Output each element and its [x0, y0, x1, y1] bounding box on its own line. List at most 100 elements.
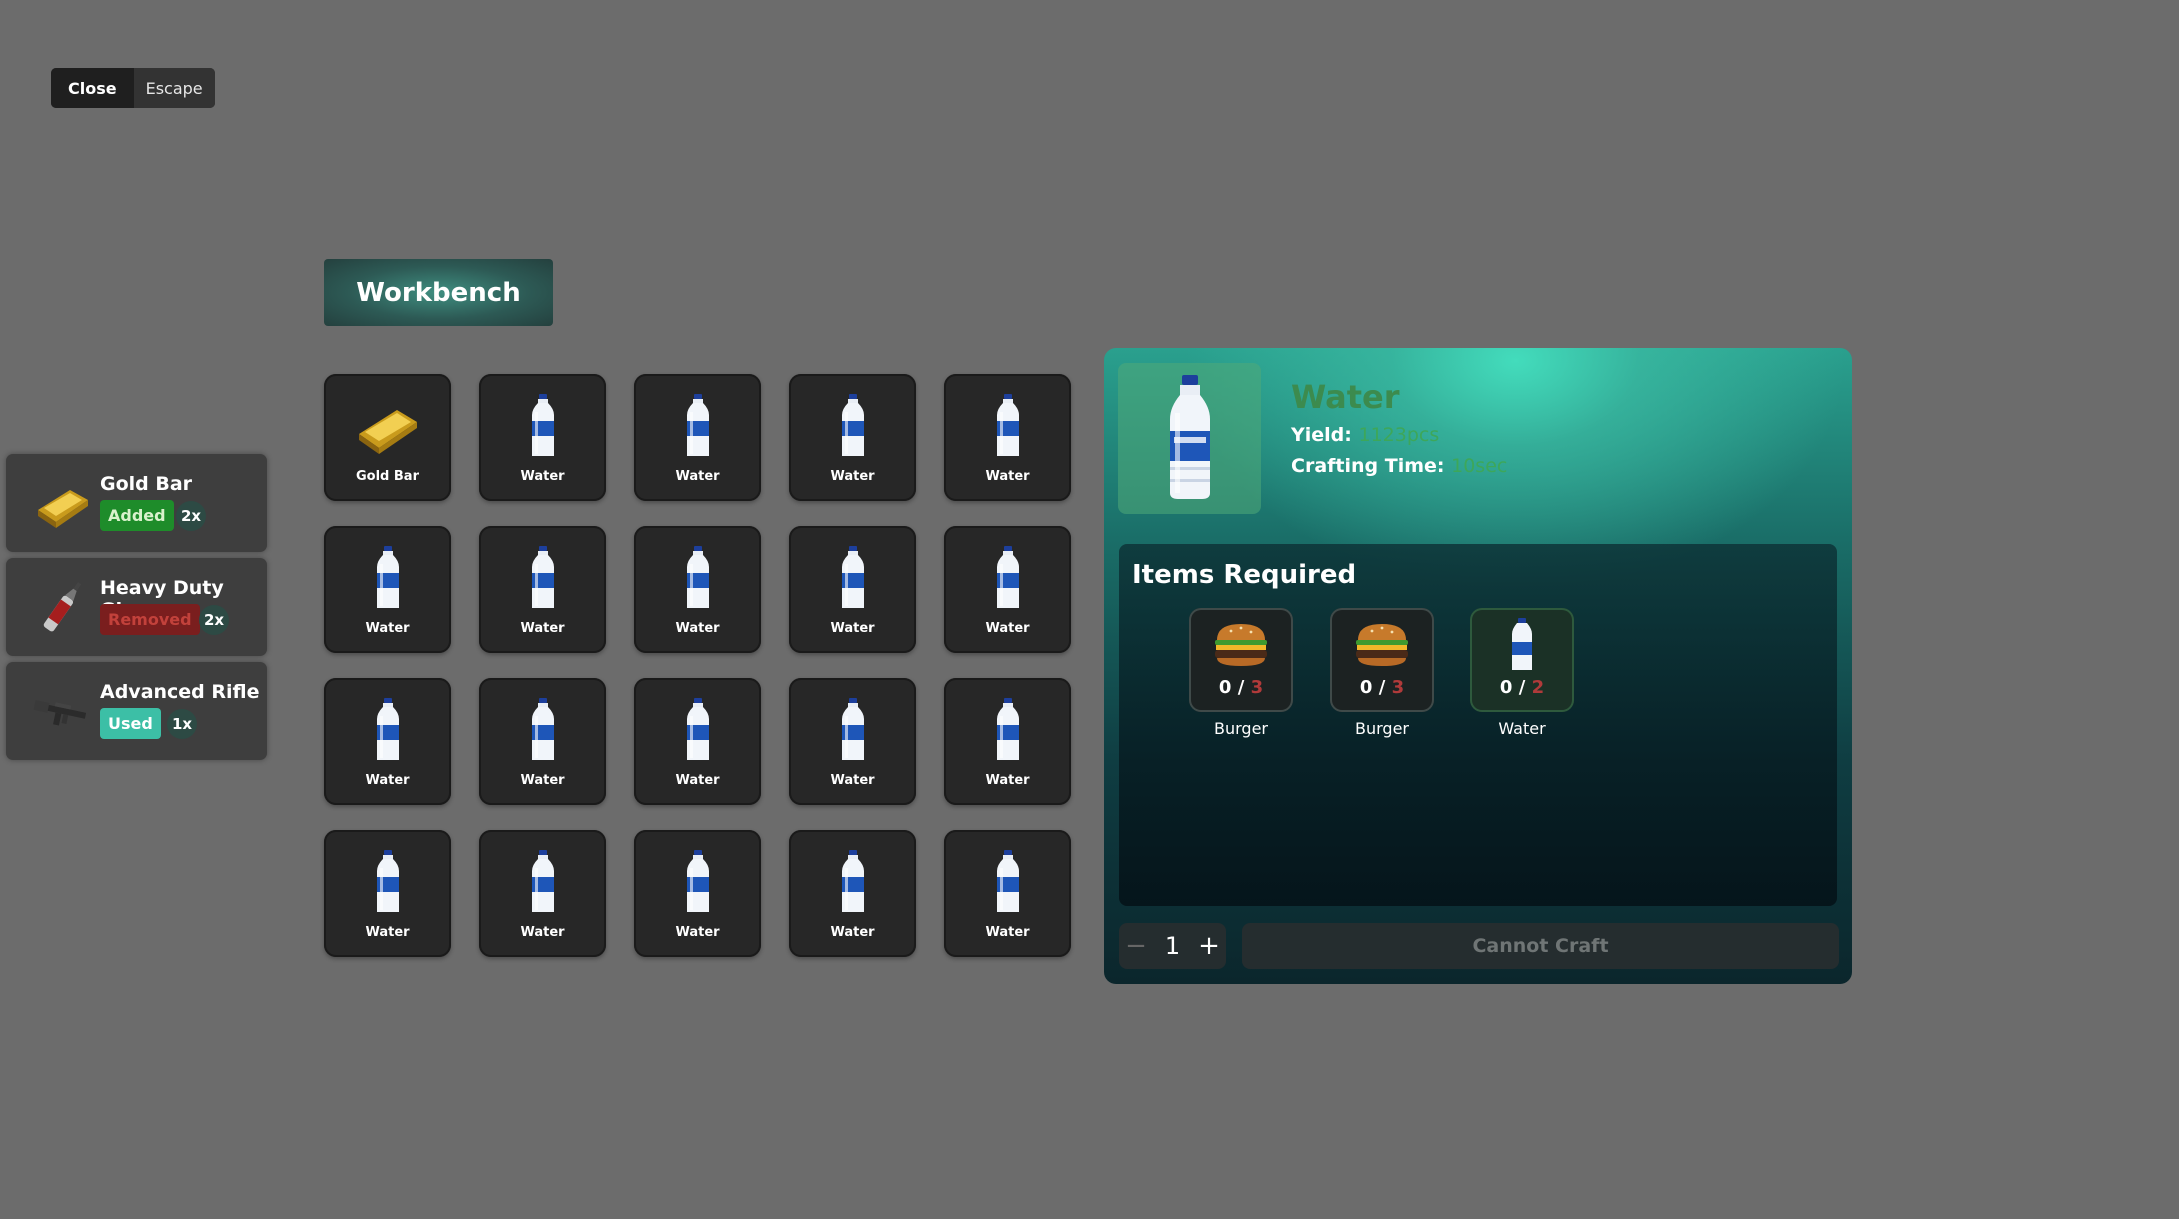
recipe-slot-label: Water: [520, 773, 565, 788]
close-hint[interactable]: Close Escape: [51, 68, 215, 108]
required-item-name: Burger: [1355, 719, 1409, 738]
required-quantity: 0 / 3: [1359, 677, 1405, 698]
recipe-slot[interactable]: Water: [479, 374, 606, 501]
recipe-detail-panel: Water Yield: 1123pcs Crafting Time: 10se…: [1104, 348, 1852, 984]
water-bottle-icon: [841, 850, 864, 912]
water-bottle-icon: [686, 394, 709, 456]
craft-button[interactable]: Cannot Craft: [1242, 923, 1839, 969]
notification-status-added: Added: [100, 500, 174, 531]
recipe-slot[interactable]: Water: [789, 374, 916, 501]
gold-bar-icon: [358, 410, 417, 454]
water-bottle-icon: [376, 698, 399, 760]
yield-label: Yield:: [1291, 424, 1352, 446]
water-bottle-icon: [531, 698, 554, 760]
water-bottle-icon: [1170, 375, 1210, 499]
decrease-quantity-button[interactable]: −: [1119, 931, 1153, 961]
glue-tube-icon: [43, 582, 82, 632]
water-bottle-icon: [531, 850, 554, 912]
item-preview: [1118, 363, 1261, 514]
recipe-slot-label: Water: [520, 469, 565, 484]
recipe-slot[interactable]: Water: [944, 678, 1071, 805]
water-bottle-icon: [686, 850, 709, 912]
gold-bar-icon: [38, 490, 88, 528]
recipe-slot[interactable]: Water: [944, 830, 1071, 957]
recipe-slot[interactable]: Water: [634, 830, 761, 957]
yield-line: Yield: 1123pcs: [1291, 424, 1439, 446]
required-item-slot[interactable]: 0 / 2: [1470, 608, 1574, 712]
notification-item: Heavy Duty Glue Removed 2x: [6, 558, 267, 656]
recipe-slot-label: Water: [675, 469, 720, 484]
required-quantity: 0 / 3: [1218, 677, 1264, 698]
recipe-slot[interactable]: Water: [944, 374, 1071, 501]
notification-title: Advanced Rifle: [100, 681, 260, 703]
recipe-slot-label: Water: [365, 621, 410, 636]
water-bottle-icon: [686, 546, 709, 608]
recipe-slot[interactable]: Gold Bar: [324, 374, 451, 501]
recipe-slot-label: Water: [520, 925, 565, 940]
recipe-slot-label: Water: [365, 773, 410, 788]
workbench-title: Workbench: [324, 259, 553, 326]
recipe-slot-label: Water: [985, 469, 1030, 484]
required-item[interactable]: 0 / 3 Burger: [1189, 608, 1293, 738]
recipe-slot-label: Water: [985, 925, 1030, 940]
notification-status-removed: Removed: [100, 604, 200, 635]
required-item[interactable]: 0 / 2 Water: [1470, 608, 1574, 738]
water-bottle-icon: [531, 394, 554, 456]
crafting-time-line: Crafting Time: 10sec: [1291, 455, 1507, 477]
notification-list: Gold Bar Added 2x Heavy Duty Glue Remove…: [6, 454, 267, 766]
required-item[interactable]: 0 / 3 Burger: [1330, 608, 1434, 738]
quantity-value: 1: [1164, 932, 1181, 960]
quantity-stepper[interactable]: − 1 +: [1119, 923, 1226, 969]
recipe-slot[interactable]: Water: [324, 526, 451, 653]
recipe-slot-label: Water: [985, 621, 1030, 636]
recipe-slot-label: Water: [675, 925, 720, 940]
recipe-slot[interactable]: Water: [634, 374, 761, 501]
recipe-slot-label: Water: [830, 469, 875, 484]
recipe-slot[interactable]: Water: [324, 830, 451, 957]
recipe-slot[interactable]: Water: [944, 526, 1071, 653]
notification-item: Gold Bar Added 2x: [6, 454, 267, 552]
recipe-slot[interactable]: Water: [789, 678, 916, 805]
notification-status-used: Used: [100, 708, 161, 739]
recipe-slot[interactable]: Water: [324, 678, 451, 805]
recipe-slot-label: Water: [675, 621, 720, 636]
water-bottle-icon: [996, 698, 1019, 760]
recipe-slot[interactable]: Water: [789, 830, 916, 957]
recipe-slot[interactable]: Water: [479, 678, 606, 805]
items-required-title: Items Required: [1132, 560, 1357, 590]
crafting-time-label: Crafting Time:: [1291, 455, 1445, 477]
recipe-slot-label: Water: [985, 773, 1030, 788]
rifle-icon: [33, 700, 87, 726]
required-item-slot[interactable]: 0 / 3: [1189, 608, 1293, 712]
recipe-slot-label: Water: [830, 925, 875, 940]
crafting-time-value: 10sec: [1451, 455, 1508, 477]
recipe-slot-label: Water: [830, 773, 875, 788]
recipe-slot[interactable]: Water: [789, 526, 916, 653]
water-bottle-icon: [996, 394, 1019, 456]
recipe-slot-label: Water: [520, 621, 565, 636]
water-bottle-icon: [1512, 618, 1532, 670]
item-name: Water: [1291, 378, 1400, 416]
water-bottle-icon: [841, 394, 864, 456]
items-required-section: Items Required 0 / 3 Burger 0 / 3 Burger…: [1119, 544, 1837, 906]
recipe-slot-label: Water: [365, 925, 410, 940]
notification-count: 2x: [199, 605, 229, 635]
recipe-grid: Gold Bar Water Water Water Water Water Water Wa…: [324, 374, 1071, 957]
water-bottle-icon: [996, 850, 1019, 912]
recipe-slot[interactable]: Water: [479, 526, 606, 653]
recipe-slot-label: Water: [675, 773, 720, 788]
close-key-label: Escape: [133, 68, 215, 108]
recipe-slot[interactable]: Water: [634, 526, 761, 653]
water-bottle-icon: [531, 546, 554, 608]
required-quantity: 0 / 2: [1499, 677, 1545, 698]
close-key[interactable]: Close: [51, 68, 134, 108]
water-bottle-icon: [841, 546, 864, 608]
water-bottle-icon: [376, 546, 399, 608]
notification-item: Advanced Rifle Used 1x: [6, 662, 267, 760]
recipe-slot[interactable]: Water: [479, 830, 606, 957]
recipe-slot[interactable]: Water: [634, 678, 761, 805]
water-bottle-icon: [996, 546, 1019, 608]
yield-value: 1123pcs: [1358, 424, 1440, 446]
increase-quantity-button[interactable]: +: [1192, 931, 1226, 961]
required-item-slot[interactable]: 0 / 3: [1330, 608, 1434, 712]
